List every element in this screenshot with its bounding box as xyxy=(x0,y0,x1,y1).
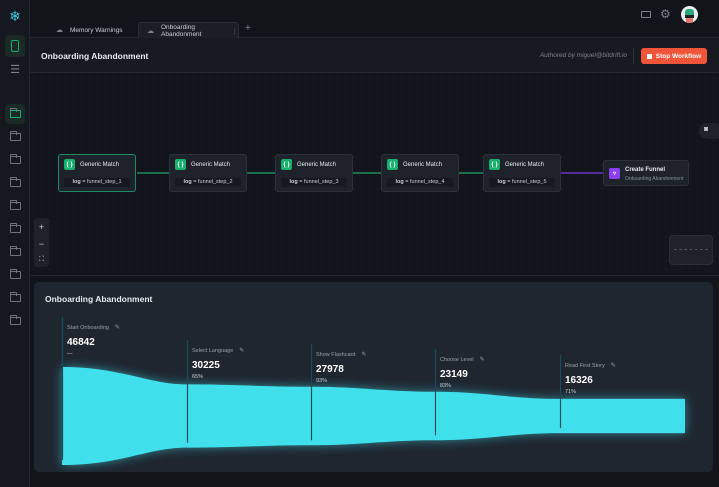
minimap[interactable] xyxy=(669,235,713,265)
author-label: Authored by miguel@bitdrift.io xyxy=(539,52,627,59)
folder-icon[interactable] xyxy=(5,288,25,308)
zoom-controls: + − ⛶ xyxy=(34,218,49,267)
generic-match-node[interactable]: { } Generic Match log = funnel_step_4 xyxy=(381,154,459,192)
stop-workflow-button[interactable]: Stop Workflow xyxy=(641,48,707,64)
generic-match-node[interactable]: { } Generic Match log = funnel_step_1 xyxy=(58,154,136,192)
workflow-canvas[interactable]: { } Generic Match log = funnel_step_1 { } Ge… xyxy=(30,73,719,276)
funnel-step: Show Flashcard ✎ 27978 93% xyxy=(316,352,367,384)
edit-icon[interactable]: ✎ xyxy=(480,357,485,363)
generic-match-node[interactable]: { } Generic Match log = funnel_step_2 xyxy=(169,154,247,192)
funnel-step: Read First Story ✎ 16326 71% xyxy=(565,363,616,395)
folder-icon[interactable] xyxy=(5,127,25,147)
funnel-step: Start Onboarding ✎ 46842— xyxy=(67,325,120,357)
tab-bar: ☁ Memory Warnings ☁ Onboarding Abandonment… xyxy=(30,20,719,38)
folder-icon[interactable] xyxy=(5,219,25,239)
gear-icon[interactable]: ⚙ xyxy=(660,7,671,21)
match-condition: log = funnel_step_4 xyxy=(387,178,453,187)
tab-menu-icon[interactable]: ⋮ xyxy=(232,27,239,35)
page-title: Onboarding Abandonment xyxy=(41,51,149,61)
zoom-out-button[interactable]: − xyxy=(39,239,44,249)
match-condition: log = funnel_step_2 xyxy=(175,178,241,187)
folder-icon[interactable] xyxy=(5,150,25,170)
tab-memory-warnings[interactable]: ☁ Memory Warnings xyxy=(48,22,128,38)
divider xyxy=(633,48,634,64)
folder-icon[interactable] xyxy=(5,173,25,193)
list-icon[interactable]: ☰ xyxy=(5,59,25,79)
zoom-in-button[interactable]: + xyxy=(39,222,44,232)
folder-icon[interactable] xyxy=(5,311,25,331)
folder-icon[interactable] xyxy=(5,242,25,262)
funnel-panel: Onboarding Abandonment Start Onboarding ✎… xyxy=(34,282,713,472)
funnel-step: Choose Level ✎ 23149 83% xyxy=(440,357,485,389)
add-tab-button[interactable]: + xyxy=(245,23,251,34)
avatar[interactable] xyxy=(681,6,698,23)
folder-icon[interactable] xyxy=(5,265,25,285)
generic-match-node[interactable]: { } Generic Match log = funnel_step_5 xyxy=(483,154,561,192)
logo-icon: ❄ xyxy=(9,7,21,24)
braces-icon: { } xyxy=(387,159,398,170)
generic-match-node[interactable]: { } Generic Match log = funnel_step_3 xyxy=(275,154,353,192)
match-condition: log = funnel_step_3 xyxy=(281,178,347,187)
edit-icon[interactable]: ✎ xyxy=(239,348,244,354)
workflow-icon: ☁ xyxy=(147,27,154,35)
folder-icon[interactable] xyxy=(5,196,25,216)
chat-button[interactable]: ◙ xyxy=(699,123,719,139)
sidebar: ❄ ☰ xyxy=(0,0,30,487)
device-icon[interactable] xyxy=(5,35,25,57)
funnel-icon: ▿ xyxy=(609,168,620,179)
tab-onboarding-abandonment[interactable]: ☁ Onboarding Abandonment ⋮ xyxy=(138,22,239,38)
match-condition: log = funnel_step_5 xyxy=(489,178,555,187)
create-funnel-node[interactable]: ▿ Create Funnel Onboarding Abandonment xyxy=(603,160,689,186)
edit-icon[interactable]: ✎ xyxy=(611,363,616,369)
braces-icon: { } xyxy=(175,159,186,170)
match-condition: log = funnel_step_1 xyxy=(64,178,130,187)
edit-icon[interactable]: ✎ xyxy=(115,325,120,331)
workflow-icon: ☁ xyxy=(56,27,63,34)
stop-icon xyxy=(646,53,652,59)
fit-view-button[interactable]: ⛶ xyxy=(39,256,44,264)
workflow-header: Onboarding Abandonment Authored by migue… xyxy=(30,38,719,73)
braces-icon: { } xyxy=(64,159,75,170)
folder-icon[interactable] xyxy=(5,104,25,124)
funnel-step: Select Language ✎ 30225 65% xyxy=(192,348,245,380)
braces-icon: { } xyxy=(281,159,292,170)
message-icon[interactable] xyxy=(641,11,651,18)
braces-icon: { } xyxy=(489,159,500,170)
edit-icon[interactable]: ✎ xyxy=(361,352,366,358)
